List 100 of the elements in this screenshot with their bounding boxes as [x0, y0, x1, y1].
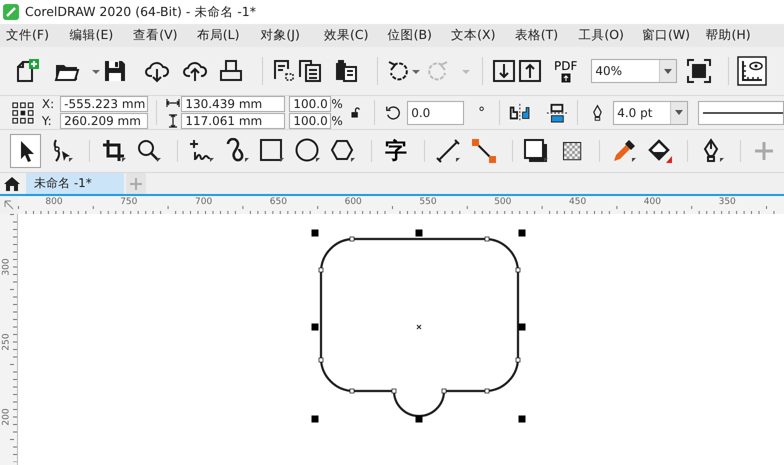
eyedropper-icon — [611, 138, 638, 164]
zoom-level-dropdown[interactable]: 40% — [591, 59, 678, 83]
node-marker[interactable] — [318, 268, 324, 272]
selection-handle[interactable] — [312, 324, 318, 330]
width-field[interactable]: 130.439 mm — [181, 96, 286, 112]
scale-x-field[interactable]: 100.0 — [289, 96, 332, 112]
ruler-label: 800 — [45, 197, 63, 207]
y-label: Y: — [42, 113, 53, 129]
publish-icon — [560, 72, 571, 82]
polygon-icon — [330, 138, 356, 164]
dimension-icon — [435, 138, 462, 164]
document-icon[interactable] — [271, 58, 297, 84]
mirror-horizontal-icon[interactable] — [508, 102, 532, 124]
ellipse-icon — [294, 138, 321, 164]
menu-item[interactable]: 文本(X) — [451, 27, 515, 44]
pen-nib-icon — [592, 104, 604, 122]
node-marker[interactable] — [516, 268, 520, 272]
ruler-label: 650 — [270, 197, 287, 207]
window-title: CorelDRAW 2020 (64-Bit) - 未命名 -1* — [25, 4, 256, 20]
menu-item[interactable]: 工具(O) — [578, 27, 642, 44]
height-icon — [168, 114, 178, 128]
x-label: X: — [42, 96, 56, 112]
ruler-origin-icon[interactable] — [3, 199, 15, 211]
new-document-icon[interactable] — [14, 58, 40, 84]
percent-label: % — [331, 113, 344, 129]
menu-item[interactable]: 编辑(E) — [70, 27, 134, 44]
percent-label: % — [331, 96, 344, 112]
menu-item[interactable]: 窗口(W) — [642, 27, 706, 44]
node-marker[interactable] — [318, 358, 324, 362]
drop-shadow-icon — [523, 138, 550, 164]
y-position-field[interactable]: 260.209 mm — [60, 113, 148, 129]
menu-item[interactable]: 表格(T) — [514, 27, 578, 44]
lock-icon[interactable] — [350, 106, 360, 118]
save-icon[interactable] — [102, 58, 128, 84]
object-origin-icon[interactable] — [12, 100, 34, 124]
document-icon[interactable] — [333, 58, 359, 84]
menu-item[interactable]: 帮助(H) — [706, 27, 770, 44]
search-icon — [136, 138, 162, 164]
text-tool-button[interactable]: 字 — [380, 134, 412, 168]
ruler-label: 500 — [494, 197, 512, 207]
pdf-button[interactable]: PDF — [554, 60, 578, 82]
ruler-label: 250 — [2, 333, 12, 351]
rotation-angle-field[interactable]: 0.0 — [407, 100, 464, 124]
node-marker[interactable] — [484, 388, 490, 394]
node-marker[interactable] — [350, 236, 354, 242]
ruler-label: 750 — [120, 197, 138, 207]
menu-item[interactable]: 效果(C) — [324, 27, 388, 44]
paint-bucket-icon — [646, 138, 673, 164]
dropdown-arrow-icon — [675, 110, 684, 115]
menu-item[interactable]: 查看(V) — [133, 27, 197, 44]
node-marker[interactable] — [484, 236, 490, 242]
center-mark-icon — [416, 324, 422, 330]
ruler-label: 300 — [2, 258, 12, 276]
full-screen-icon[interactable] — [686, 58, 712, 84]
print-icon[interactable] — [218, 58, 244, 84]
x-position-field[interactable]: -555.223 mm — [60, 96, 148, 112]
line-style-dropdown[interactable] — [698, 100, 784, 124]
degree-symbol: ° — [478, 104, 486, 120]
mirror-vertical-icon[interactable] — [546, 102, 570, 124]
shape-outline[interactable] — [320, 238, 520, 418]
node-marker[interactable] — [442, 388, 446, 394]
menu-item[interactable]: 文件(F) — [6, 27, 70, 44]
node-marker[interactable] — [516, 358, 520, 362]
pointer-tool-button[interactable] — [10, 134, 42, 168]
app-logo-icon — [3, 4, 19, 20]
crop-icon — [100, 138, 127, 164]
selection-handle[interactable] — [416, 230, 422, 236]
dropdown-arrow-icon — [664, 68, 672, 74]
height-field[interactable]: 117.061 mm — [181, 113, 286, 129]
scale-y-field[interactable]: 100.0 — [289, 113, 332, 129]
ruler-label: 200 — [2, 408, 12, 426]
outline-width-dropdown[interactable]: 4.0 pt — [613, 100, 688, 124]
selection-handle[interactable] — [312, 416, 318, 422]
connector-icon — [470, 138, 497, 164]
home-icon[interactable] — [3, 176, 21, 192]
ruler-label: 350 — [718, 197, 736, 207]
import-icon[interactable] — [491, 58, 517, 84]
document-tab[interactable]: 未命名 -1* — [26, 173, 124, 194]
menu-item[interactable]: 位图(B) — [388, 27, 452, 44]
node-marker[interactable] — [350, 388, 354, 394]
options-icon[interactable] — [737, 56, 768, 86]
ruler-label: 450 — [569, 197, 586, 207]
document-icon[interactable] — [297, 58, 323, 84]
selection-handle[interactable] — [518, 230, 526, 236]
freehand-icon — [188, 138, 215, 164]
rotate-icon — [384, 104, 402, 122]
export-icon[interactable] — [517, 58, 543, 84]
rectangle-icon — [259, 138, 286, 164]
selection-handle[interactable] — [518, 324, 526, 330]
selection-handle[interactable] — [312, 230, 318, 236]
ruler-label: 400 — [644, 197, 661, 207]
menu-item[interactable]: 对象(J) — [260, 27, 324, 44]
selection-handle[interactable] — [416, 416, 422, 422]
width-icon — [166, 98, 180, 108]
node-marker[interactable] — [392, 388, 396, 394]
curve-icon — [224, 138, 250, 164]
menu-item[interactable]: 布局(L) — [196, 27, 260, 44]
selection-handle[interactable] — [518, 416, 526, 422]
ruler-label: 700 — [195, 197, 212, 207]
ruler-label: 600 — [344, 197, 362, 207]
